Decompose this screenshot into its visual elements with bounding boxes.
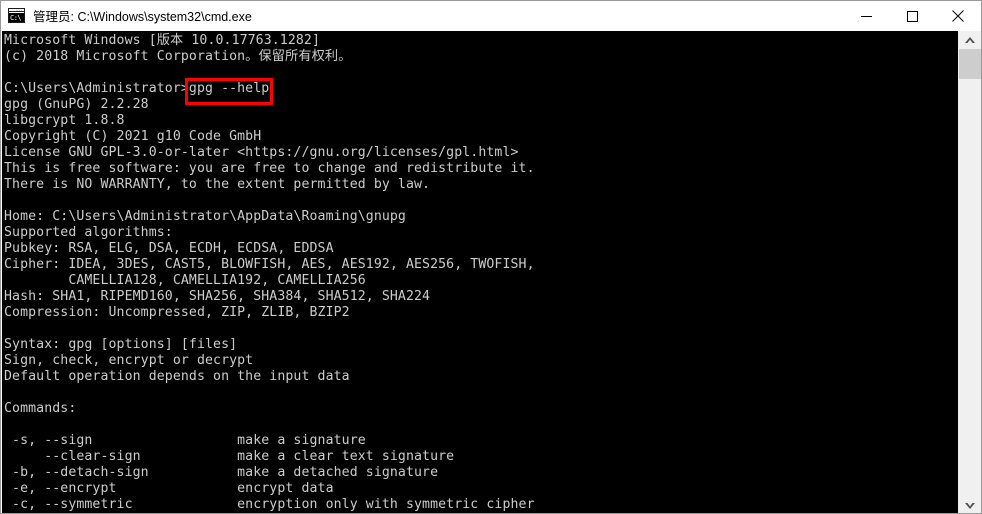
scroll-down-button[interactable]: [959, 496, 981, 513]
chevron-down-icon: [965, 502, 975, 509]
scroll-up-button[interactable]: [959, 31, 981, 49]
minimize-button[interactable]: [843, 1, 889, 31]
minimize-icon: [860, 15, 872, 17]
close-button[interactable]: [935, 1, 981, 31]
icon-prompt-text: C:\: [9, 13, 24, 22]
close-icon: [952, 10, 964, 22]
chevron-up-icon: [965, 36, 975, 43]
cmd-window: ··· C:\ 管理员: C:\Windows\system32\cmd.exe: [0, 0, 982, 514]
title-bar[interactable]: ··· C:\ 管理员: C:\Windows\system32\cmd.exe: [1, 1, 981, 31]
cmd-console-icon: ··· C:\: [8, 8, 25, 23]
vertical-scrollbar[interactable]: [958, 31, 981, 513]
maximize-icon: [906, 10, 918, 22]
maximize-button[interactable]: [889, 1, 935, 31]
terminal-text: Microsoft Windows [版本 10.0.17763.1282] (…: [4, 33, 535, 512]
scrollbar-track[interactable]: [959, 79, 981, 496]
icon-titlebar-strip: ···: [9, 8, 24, 13]
scrollbar-thumb[interactable]: [959, 49, 981, 79]
icon-dots: ···: [15, 8, 23, 13]
terminal-output-area[interactable]: Microsoft Windows [版本 10.0.17763.1282] (…: [2, 31, 959, 513]
window-controls: [843, 1, 981, 31]
window-title: 管理员: C:\Windows\system32\cmd.exe: [33, 10, 252, 24]
